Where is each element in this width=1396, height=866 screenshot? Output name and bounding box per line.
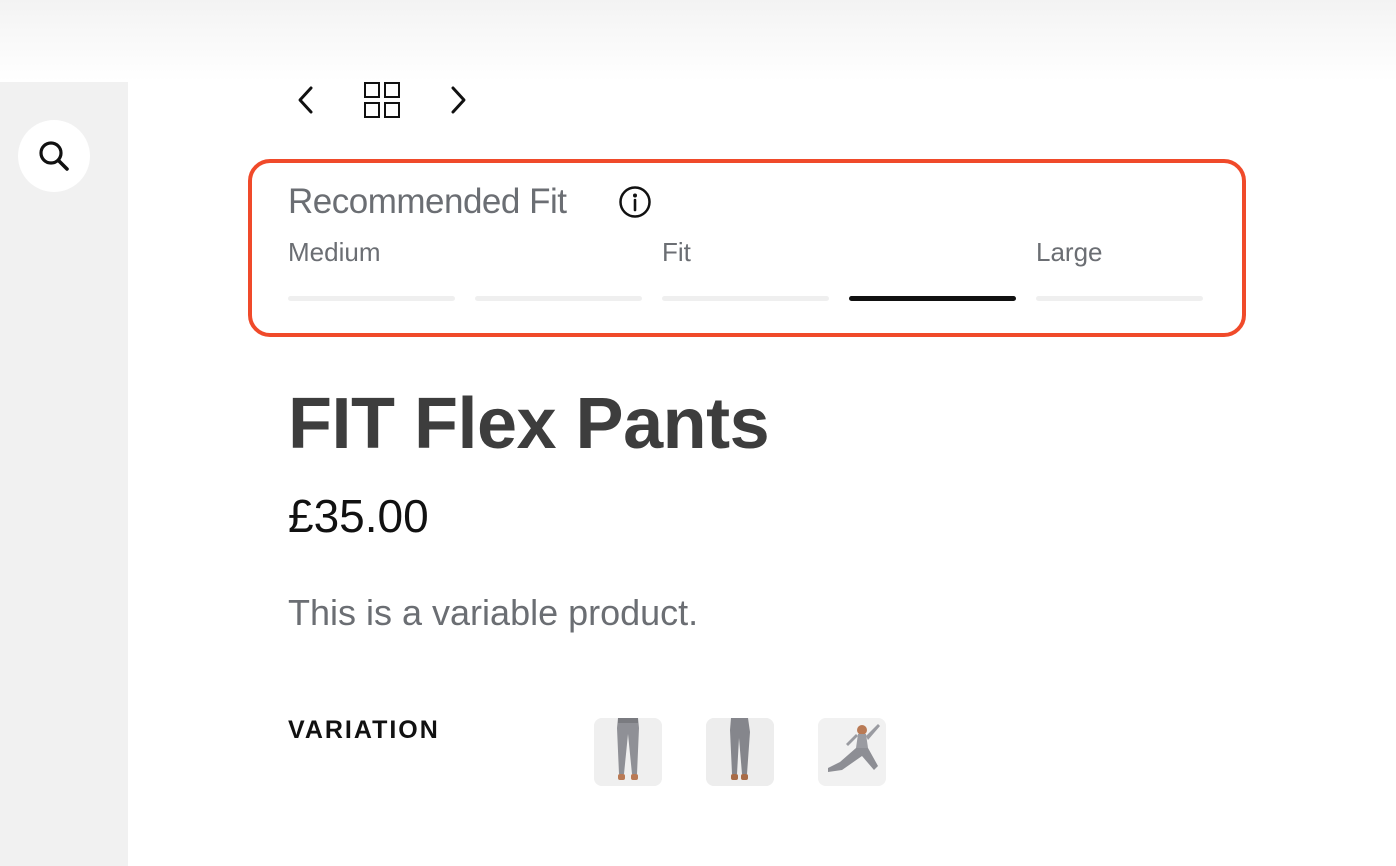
pants-side-image	[706, 718, 774, 786]
fit-label-fit: Fit	[662, 237, 691, 267]
variation-label: VARIATION	[288, 716, 440, 744]
fit-scale-segment	[288, 296, 455, 301]
recommended-fit-title: Recommended Fit	[288, 182, 567, 221]
pants-front-image	[594, 718, 662, 786]
search-button[interactable]	[18, 120, 90, 192]
product-title: FIT Flex Pants	[288, 384, 770, 464]
chevron-right-icon	[451, 86, 466, 114]
fit-label-medium: Medium	[288, 237, 381, 267]
fit-scale-segment	[662, 296, 829, 301]
variation-swatch-front[interactable]	[594, 718, 662, 786]
top-bar-background	[0, 0, 1396, 82]
next-product-button[interactable]	[440, 82, 476, 118]
previous-product-button[interactable]	[288, 82, 324, 118]
info-icon	[619, 186, 651, 218]
grid-icon	[364, 82, 400, 118]
variation-swatch-stretch[interactable]	[818, 718, 886, 786]
variation-swatch-side[interactable]	[706, 718, 774, 786]
fit-scale-segment	[1036, 296, 1203, 301]
fit-scale-segment	[475, 296, 642, 301]
left-panel	[0, 82, 128, 866]
fit-label-large: Large	[1036, 237, 1103, 267]
fit-scale-segment	[849, 296, 1016, 301]
back-to-shop-grid-button[interactable]	[362, 80, 402, 120]
pants-stretch-image	[818, 718, 886, 786]
fit-info-button[interactable]	[618, 185, 652, 219]
product-description: This is a variable product.	[288, 592, 699, 633]
chevron-left-icon	[298, 86, 313, 114]
search-icon	[39, 141, 69, 171]
product-price: £35.00	[288, 490, 429, 542]
